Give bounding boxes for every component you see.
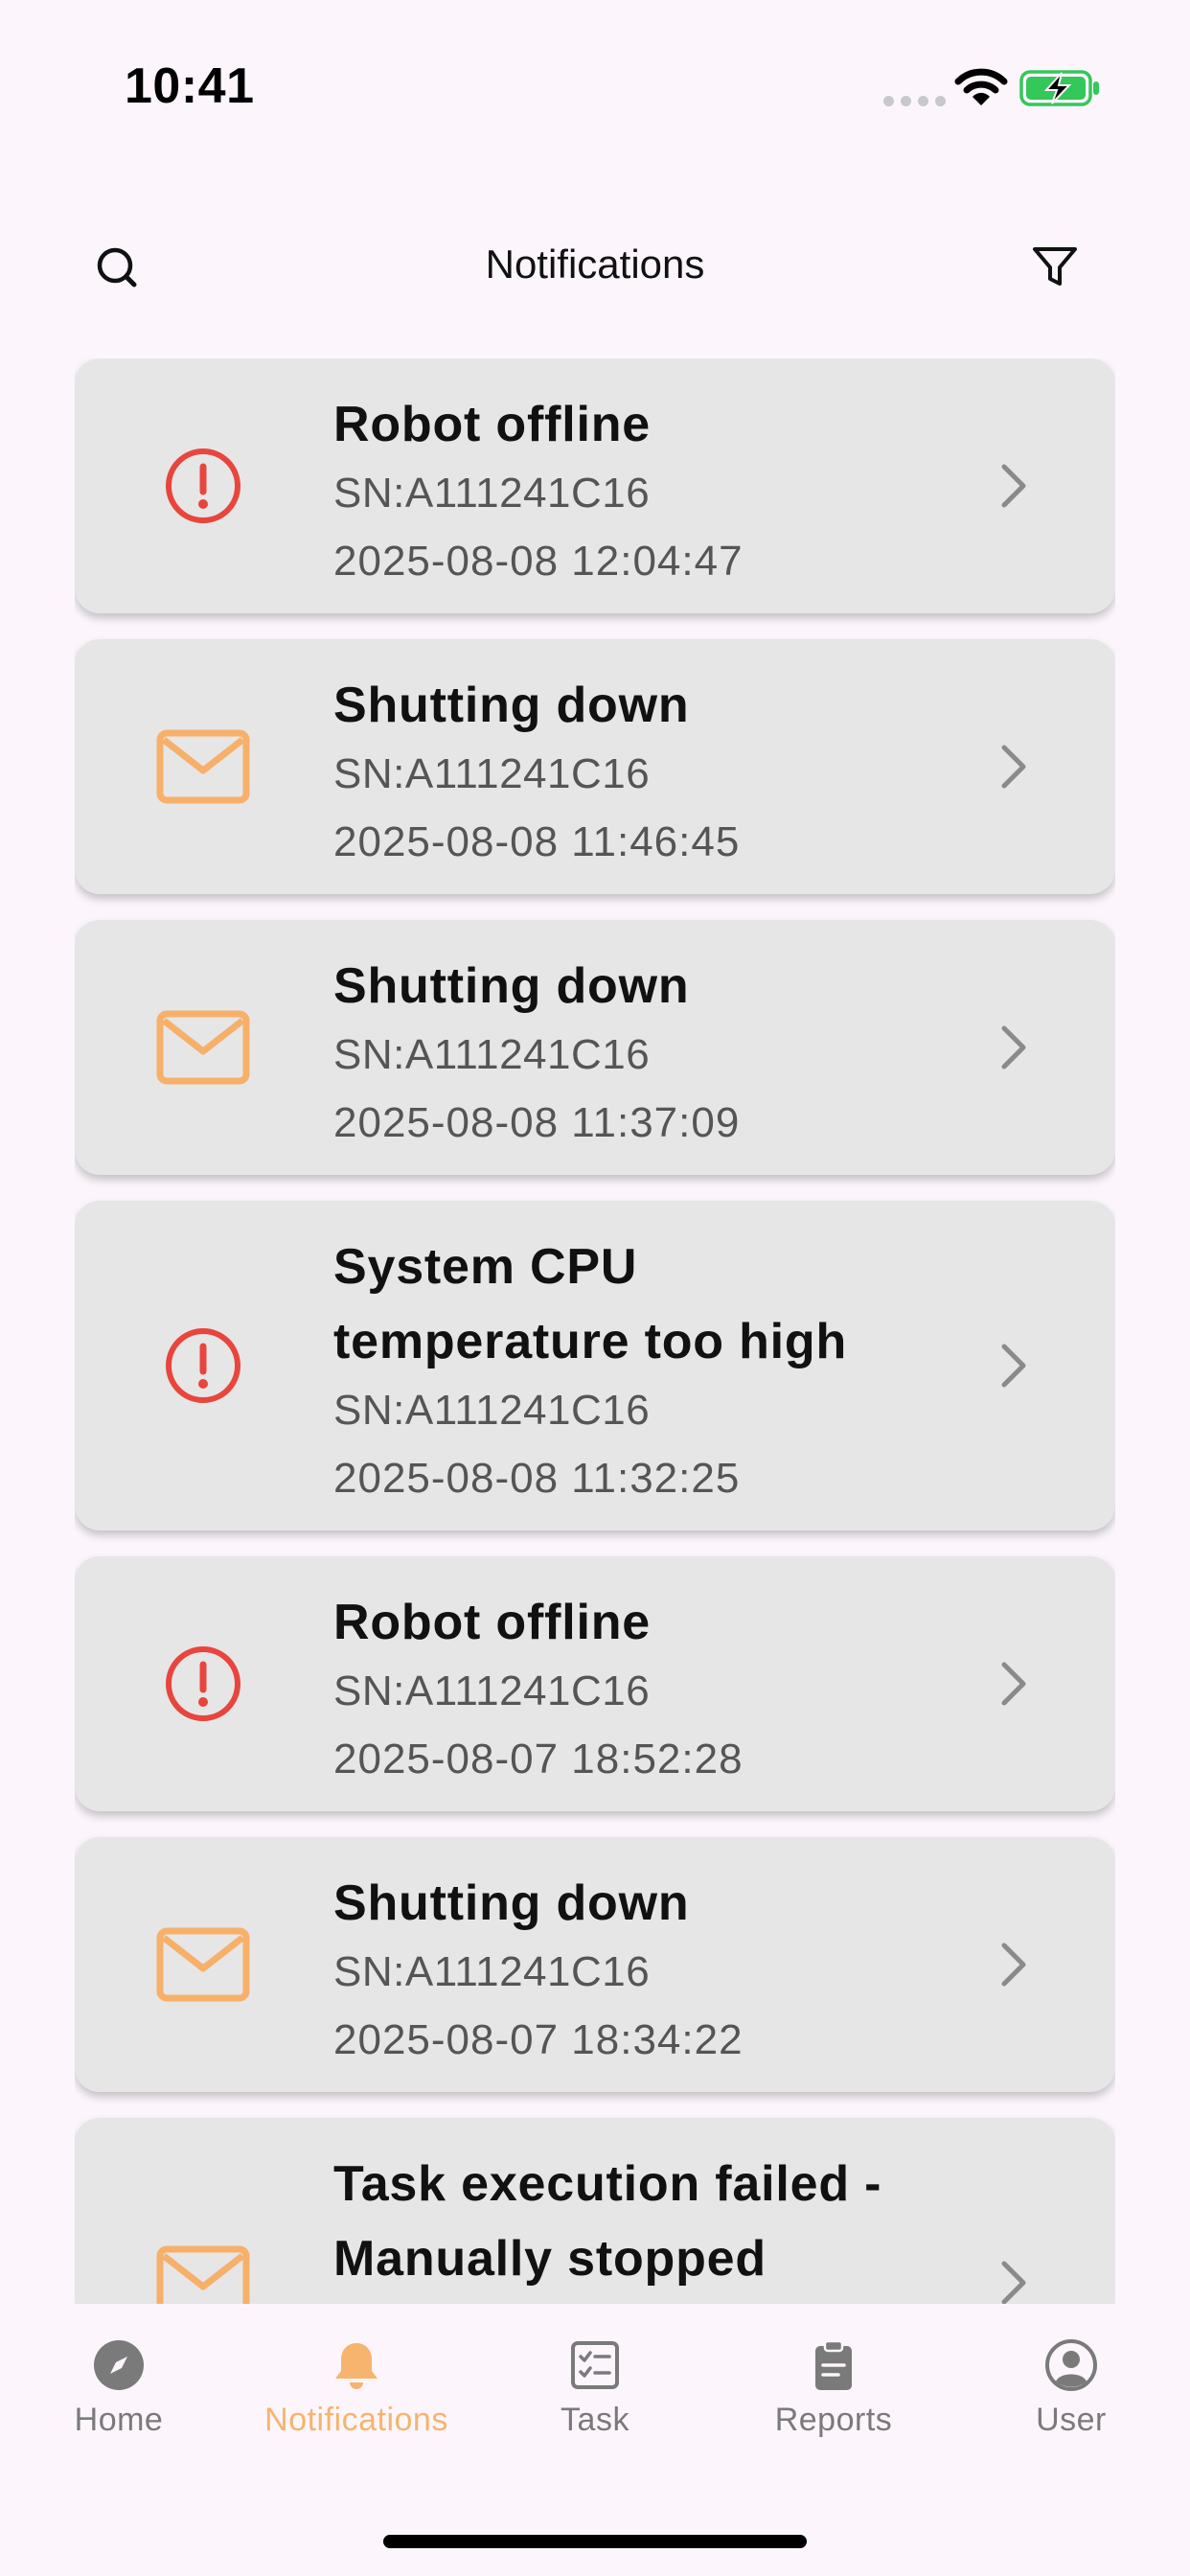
alert-circle-icon <box>156 439 250 533</box>
tab-notifications[interactable]: Notifications <box>251 2336 462 2439</box>
chevron-right-icon <box>1001 1344 1026 1388</box>
notification-time: 2025-08-08 12:04:47 <box>333 538 744 585</box>
wifi-icon <box>954 68 1008 105</box>
notification-time: 2025-08-08 11:46:45 <box>333 818 741 865</box>
status-time: 10:41 <box>125 58 255 114</box>
notification-card[interactable]: Robot offline SN:A111241C16 2025-08-07 1… <box>75 1556 1115 1811</box>
notifications-screen: 10:41 Notifications Robot offline SN:A11… <box>0 0 1190 2576</box>
chevron-right-icon <box>1001 2261 1026 2304</box>
compass-icon <box>90 2336 148 2394</box>
mail-icon <box>156 1000 250 1094</box>
notification-card[interactable]: Shutting down SN:A111241C16 2025-08-07 1… <box>75 1837 1115 2092</box>
notification-card[interactable]: Task execution failed - Manually stopped <box>75 2118 1115 2304</box>
notification-title-line1: System CPU <box>333 1239 638 1295</box>
status-bar: 10:41 <box>0 0 1190 144</box>
notification-title-line2: Manually stopped <box>333 2231 767 2287</box>
notification-sn: SN:A111241C16 <box>333 1031 651 1078</box>
tab-reports[interactable]: Reports <box>728 2336 939 2439</box>
notification-sn: SN:A111241C16 <box>333 1668 651 1714</box>
notification-title: Shutting down <box>333 958 690 1014</box>
notification-title-line1: Task execution failed - <box>333 2156 882 2212</box>
home-indicator <box>383 2535 807 2548</box>
chevron-right-icon <box>1001 1662 1026 1706</box>
clipboard-icon <box>805 2336 862 2394</box>
tab-home[interactable]: Home <box>13 2336 224 2439</box>
mail-icon <box>156 2236 250 2304</box>
filter-button[interactable] <box>1021 236 1088 297</box>
tab-label: Reports <box>774 2402 893 2438</box>
battery-charging-icon <box>1019 70 1099 106</box>
alert-circle-icon <box>156 1319 250 1413</box>
notification-card[interactable]: Shutting down SN:A111241C16 2025-08-08 1… <box>75 639 1115 894</box>
notification-time: 2025-08-08 11:37:09 <box>333 1099 741 1146</box>
chevron-right-icon <box>1001 464 1026 508</box>
user-circle-icon <box>1042 2336 1100 2394</box>
notification-time: 2025-08-07 18:52:28 <box>333 1736 744 1782</box>
filter-icon <box>1033 247 1077 286</box>
tab-task[interactable]: Task <box>490 2336 700 2439</box>
notification-sn: SN:A111241C16 <box>333 1387 651 1434</box>
notification-title: Robot offline <box>333 397 651 452</box>
bell-icon <box>328 2336 385 2394</box>
notification-sn: SN:A111241C16 <box>333 750 651 797</box>
chevron-right-icon <box>1001 1025 1026 1070</box>
tab-label: Notifications <box>264 2402 448 2438</box>
tab-label: Home <box>74 2402 164 2438</box>
tab-label: User <box>1036 2402 1107 2438</box>
mail-icon <box>156 1918 250 2012</box>
notification-card[interactable]: System CPU temperature too high SN:A1112… <box>75 1201 1115 1530</box>
tab-user[interactable]: User <box>966 2336 1177 2439</box>
mail-icon <box>156 720 250 814</box>
notification-title: Robot offline <box>333 1595 651 1650</box>
notification-time: 2025-08-08 11:32:25 <box>333 1455 741 1502</box>
chevron-right-icon <box>1001 745 1026 789</box>
notification-title-line2: temperature too high <box>333 1314 848 1369</box>
app-header: Notifications <box>0 211 1190 318</box>
notification-sn: SN:A111241C16 <box>333 470 651 517</box>
tab-label: Task <box>561 2402 629 2438</box>
notification-title: Shutting down <box>333 1875 690 1931</box>
notification-time: 2025-08-07 18:34:22 <box>333 2016 744 2063</box>
alert-circle-icon <box>156 1637 250 1731</box>
page-title: Notifications <box>485 242 705 287</box>
notification-card[interactable]: Robot offline SN:A111241C16 2025-08-08 1… <box>75 358 1115 613</box>
chevron-right-icon <box>1001 1943 1026 1987</box>
notification-list[interactable]: Robot offline SN:A111241C16 2025-08-08 1… <box>75 358 1115 2304</box>
notification-title: Shutting down <box>333 678 690 733</box>
cellular-signal-icon <box>883 96 946 106</box>
notification-sn: SN:A111241C16 <box>333 1948 651 1995</box>
notification-card[interactable]: Shutting down SN:A111241C16 2025-08-08 1… <box>75 920 1115 1175</box>
task-list-icon <box>566 2336 624 2394</box>
